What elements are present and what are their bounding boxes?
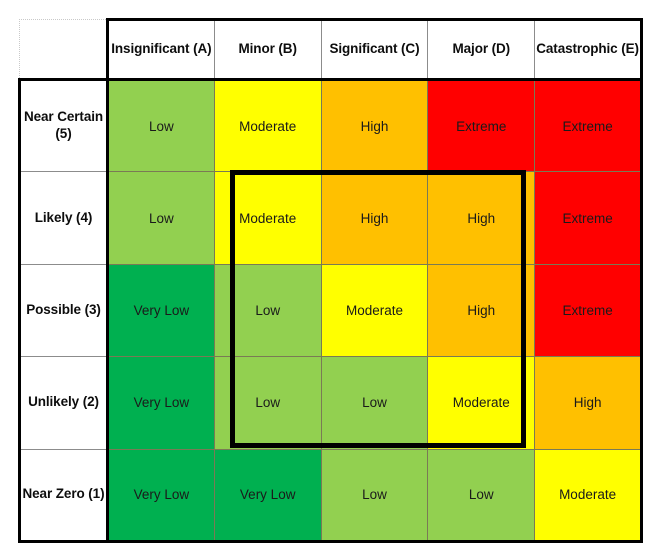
risk-cell: Extreme [534, 77, 643, 173]
risk-cell: Low [320, 356, 429, 450]
matrix-row: Likely (4) Low Moderate High High Extreme [18, 171, 643, 265]
likelihood-header-2: Unlikely (2) [18, 356, 109, 450]
likelihood-header-3: Possible (3) [18, 263, 109, 358]
severity-header-significant: Significant (C) [320, 18, 429, 81]
risk-cell: Extreme [427, 77, 536, 173]
matrix-row: Near Certain (5) Low Moderate High Extreme Ex… [18, 77, 643, 173]
risk-cell: Low [213, 263, 322, 358]
risk-matrix-table: Insignificant (A) Minor (B) Significant … [18, 18, 643, 543]
risk-cell: Low [213, 356, 322, 450]
risk-cell: Low [107, 171, 215, 265]
severity-header-major: Major (D) [427, 18, 536, 81]
risk-cell: High [320, 171, 429, 265]
risk-matrix: Insignificant (A) Minor (B) Significant … [0, 0, 657, 556]
severity-header-insignificant: Insignificant (A) [106, 18, 215, 81]
risk-cell: Very Low [107, 448, 215, 543]
matrix-row: Possible (3) Very Low Low Moderate High Extre… [18, 263, 643, 358]
matrix-row: Unlikely (2) Very Low Low Low Moderate High [18, 356, 643, 450]
risk-cell: Extreme [534, 263, 643, 358]
risk-cell: Very Low [107, 263, 215, 358]
severity-header-catastrophic: Catastrophic (E) [534, 18, 643, 81]
risk-cell: Low [320, 448, 429, 543]
risk-cell: Very Low [107, 356, 215, 450]
likelihood-header-1: Near Zero (1) [18, 448, 109, 543]
risk-cell: Moderate [213, 77, 322, 173]
risk-cell: Moderate [534, 448, 643, 543]
matrix-corner-cell [19, 19, 108, 81]
severity-header-row: Insignificant (A) Minor (B) Significant … [19, 18, 643, 81]
likelihood-header-4: Likely (4) [18, 171, 109, 265]
matrix-row: Near Zero (1) Very Low Very Low Low Low Moder… [18, 448, 643, 543]
risk-cell: Low [107, 77, 215, 173]
risk-cell: Low [427, 448, 536, 543]
risk-cell: Moderate [320, 263, 429, 358]
risk-cell: High [427, 263, 536, 358]
risk-cell: High [427, 171, 536, 265]
likelihood-header-5: Near Certain (5) [18, 77, 109, 173]
severity-header-minor: Minor (B) [213, 18, 322, 81]
risk-cell: High [534, 356, 643, 450]
risk-cell: Very Low [213, 448, 322, 543]
risk-cell: Extreme [534, 171, 643, 265]
risk-cell: High [320, 77, 429, 173]
risk-cell: Moderate [427, 356, 536, 450]
risk-cell: Moderate [213, 171, 322, 265]
